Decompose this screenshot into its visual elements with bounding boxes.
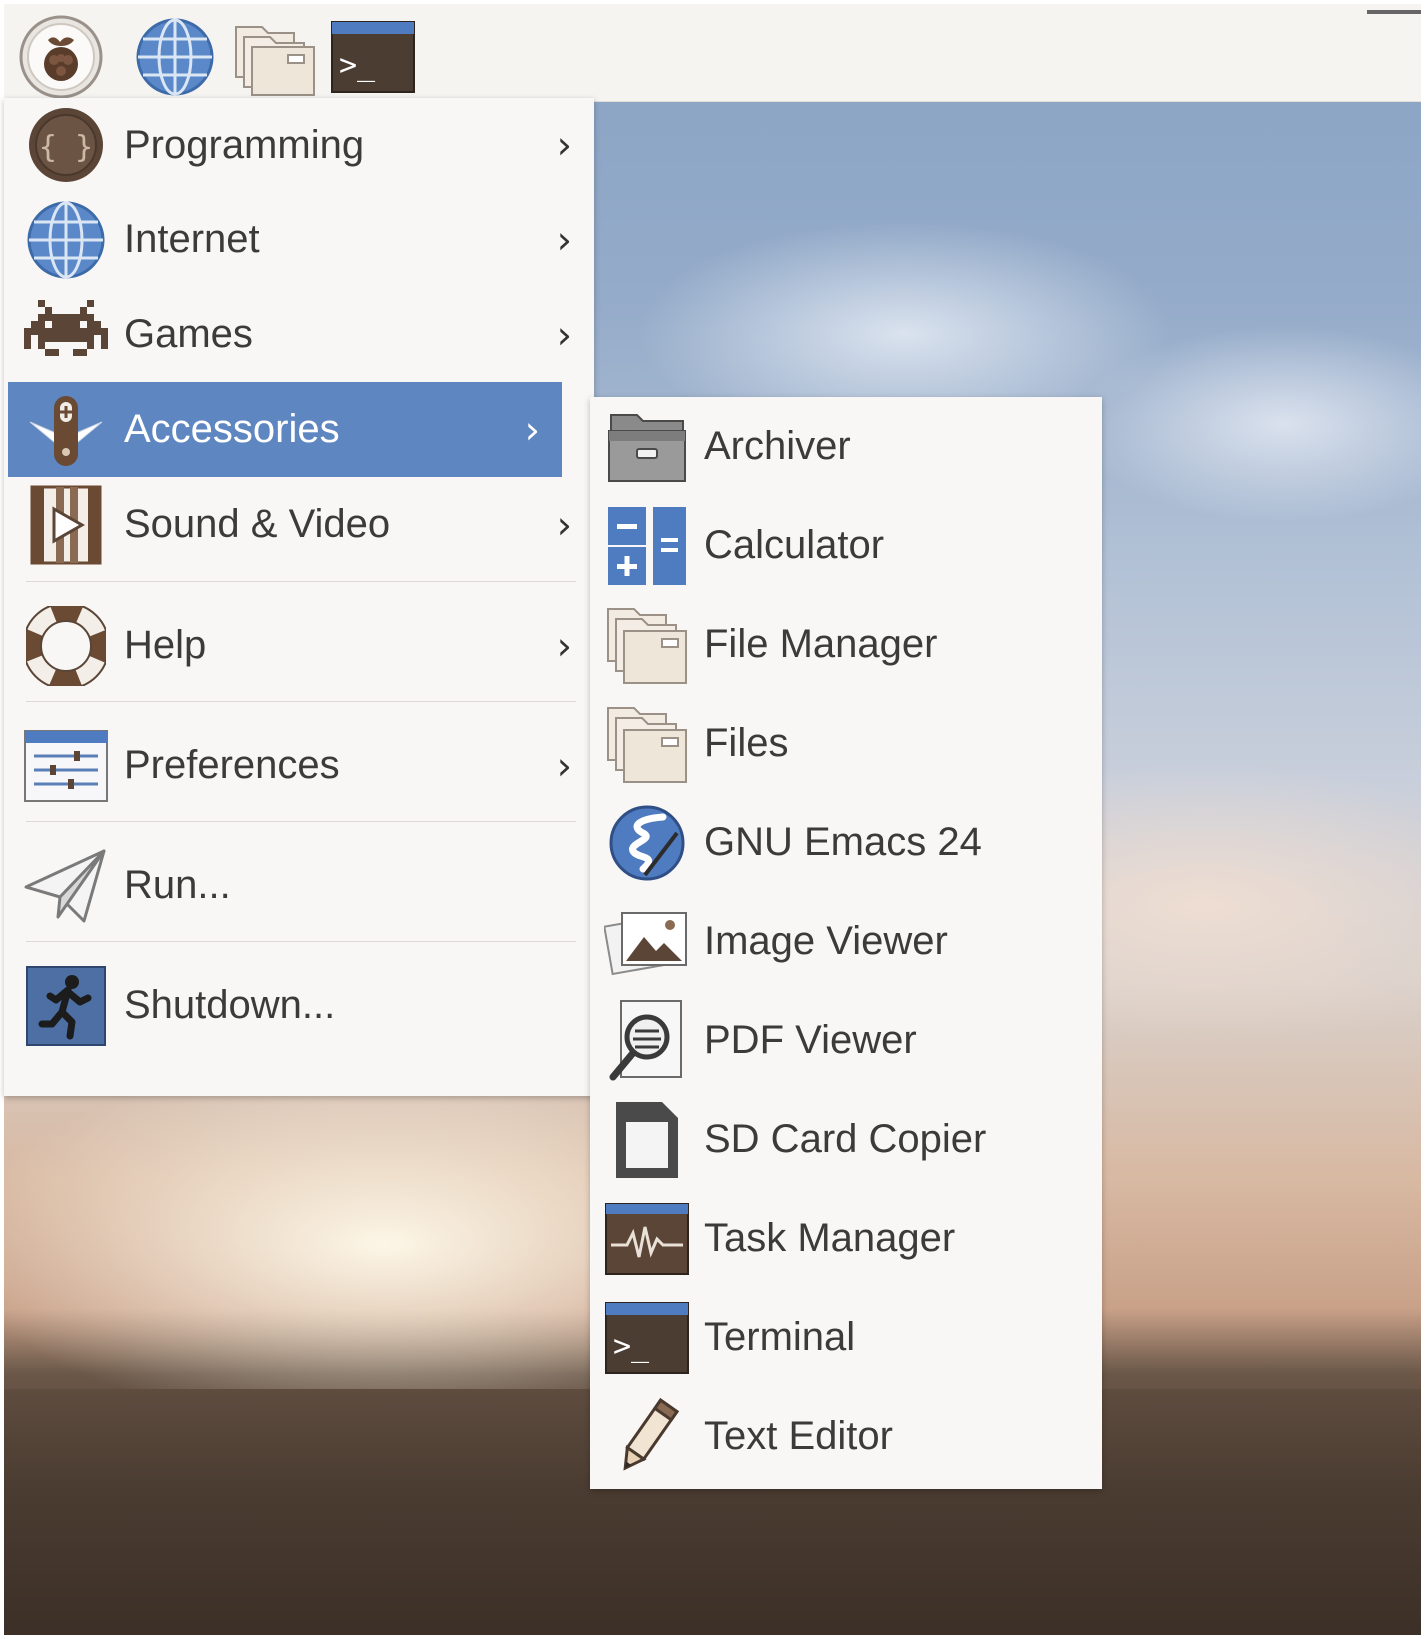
task-monitor-icon [602, 1194, 692, 1284]
paper-plane-icon [22, 842, 110, 930]
menu-item-help[interactable]: Help › [8, 598, 594, 693]
menu-item-games[interactable]: Games › [8, 287, 594, 382]
submenu-item-terminal[interactable]: >_ Terminal [590, 1288, 1102, 1387]
submenu-item-image-viewer[interactable]: Image Viewer [590, 892, 1102, 991]
file-manager-launcher[interactable] [232, 14, 318, 100]
submenu-item-calculator[interactable]: Calculator [590, 496, 1102, 595]
submenu-label: Files [704, 721, 789, 765]
programming-icon: { } [22, 101, 110, 189]
submenu-item-sd-card-copier[interactable]: SD Card Copier [590, 1090, 1102, 1189]
submenu-arrow-icon: › [556, 502, 572, 547]
sd-card-icon [602, 1095, 692, 1185]
menu-label: Programming [124, 122, 365, 167]
menu-label: Accessories [124, 407, 340, 451]
submenu-label: Terminal [704, 1315, 856, 1359]
submenu-label: GNU Emacs 24 [704, 820, 982, 864]
menu-item-internet[interactable]: Internet › [8, 192, 594, 287]
menu-separator [26, 941, 576, 942]
menu-item-shutdown[interactable]: Shutdown... [8, 958, 594, 1053]
terminal-launcher[interactable]: >_ [330, 14, 416, 100]
folder-icon [602, 699, 692, 789]
menu-item-run[interactable]: Run... [8, 838, 594, 933]
folder-icon [602, 600, 692, 690]
sliders-icon [22, 722, 110, 810]
submenu-arrow-icon: › [556, 123, 572, 167]
submenu-label: PDF Viewer [704, 1018, 917, 1062]
submenu-item-archiver[interactable]: Archiver [590, 397, 1102, 496]
raspberry-menu-icon [19, 15, 103, 99]
svg-text:>_: >_ [339, 48, 376, 83]
terminal-icon: >_ [602, 1293, 692, 1383]
menu-item-programming[interactable]: { } Programming › [8, 98, 594, 192]
globe-icon [22, 196, 110, 284]
lifebuoy-icon [22, 602, 110, 690]
film-play-icon [22, 481, 110, 569]
submenu-label: Calculator [704, 523, 885, 567]
menu-separator [26, 821, 576, 822]
menu-item-accessories[interactable]: Accessories › [8, 382, 562, 477]
submenu-label: SD Card Copier [704, 1117, 987, 1161]
menu-item-sound-video[interactable]: Sound & Video › [8, 477, 594, 572]
calculator-icon [602, 501, 692, 591]
image-viewer-icon [602, 897, 692, 987]
submenu-item-file-manager[interactable]: File Manager [590, 595, 1102, 694]
space-invader-icon [22, 291, 110, 379]
menu-label: Internet [124, 217, 260, 261]
menu-separator [26, 701, 576, 702]
panel-edge [1367, 10, 1421, 14]
submenu-label: Image Viewer [704, 919, 948, 963]
submenu-arrow-icon: › [524, 407, 540, 452]
submenu-label: Task Manager [704, 1216, 956, 1260]
submenu-arrow-icon: › [556, 312, 572, 357]
web-browser-launcher[interactable] [132, 14, 218, 100]
submenu-item-gnu-emacs[interactable]: GNU Emacs 24 [590, 793, 1102, 892]
pdf-magnifier-icon [602, 996, 692, 1086]
submenu-arrow-icon: › [556, 623, 572, 668]
menu-label: Run... [124, 863, 231, 907]
accessories-submenu: Archiver Calculator File Manager Files G… [590, 397, 1102, 1489]
menu-item-preferences[interactable]: Preferences › [8, 718, 594, 813]
submenu-arrow-icon: › [556, 743, 572, 788]
submenu-item-files[interactable]: Files [590, 694, 1102, 793]
top-panel: >_ [4, 4, 1421, 102]
submenu-label: Archiver [704, 424, 851, 468]
web-browser-icon [136, 18, 214, 96]
raspberry-menu-button[interactable] [18, 14, 104, 100]
submenu-arrow-icon: › [556, 217, 572, 262]
file-manager-icon [235, 26, 315, 96]
pocket-knife-icon [22, 386, 110, 474]
menu-separator [26, 581, 576, 582]
emacs-icon [602, 798, 692, 888]
menu-label: Preferences [124, 743, 340, 787]
submenu-item-text-editor[interactable]: Text Editor [590, 1387, 1102, 1486]
submenu-label: Text Editor [704, 1414, 893, 1458]
svg-text:>_: >_ [613, 1329, 650, 1364]
menu-label: Games [124, 312, 253, 356]
submenu-item-pdf-viewer[interactable]: PDF Viewer [590, 991, 1102, 1090]
submenu-item-task-manager[interactable]: Task Manager [590, 1189, 1102, 1288]
archive-box-icon [602, 402, 692, 492]
terminal-icon: >_ [331, 21, 415, 93]
svg-text:{ }: { } [39, 130, 93, 165]
menu-label: Shutdown... [124, 983, 336, 1027]
menu-label: Sound & Video [124, 502, 391, 546]
submenu-label: File Manager [704, 622, 938, 666]
pencil-icon [602, 1392, 692, 1482]
menu-label: Help [124, 623, 207, 667]
running-man-icon [22, 962, 110, 1050]
main-menu: { } Programming › Internet › Games › Acc… [4, 98, 594, 1096]
